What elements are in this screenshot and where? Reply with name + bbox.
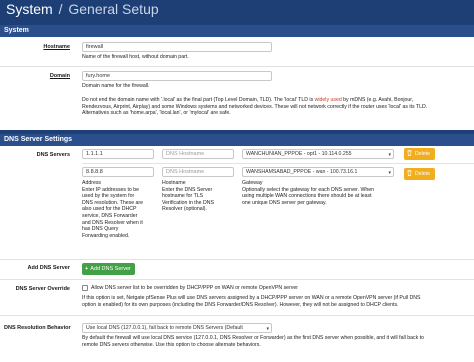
gateway-help-line: using multiple WAN connections there sho… (242, 193, 372, 200)
address-help-line: DNS resolution. These are (82, 199, 144, 206)
hostname-label: Hostname (43, 44, 70, 50)
dns-server-override-checkbox[interactable] (82, 285, 88, 291)
address-help-line: used by the system for (82, 193, 135, 200)
hostname-column-help: Hostname Enter the DNS Server hostname f… (162, 180, 240, 213)
dns-server-2-ip[interactable]: 8.8.8.8 (82, 167, 154, 177)
dns-server-override-help: If this option is set, Netgate pfSense P… (82, 295, 472, 308)
domain-input[interactable]: fury.home (82, 71, 272, 81)
dns-server-2-delete-button[interactable]: Delete (404, 168, 435, 180)
domain-help-text: Do not end the domain name with '.local'… (82, 97, 315, 103)
dns-server-override-help-line: option is enabled) for its own purposes … (82, 301, 399, 308)
breadcrumb-separator: / (58, 1, 63, 17)
dns-server-override-help-line: If this option is set, Netgate pfSense P… (82, 295, 421, 301)
divider (0, 315, 474, 316)
delete-label: Delete (415, 151, 430, 157)
address-help: Address Enter IP addresses to be used by… (82, 180, 160, 239)
gateway-help-line: one unique DNS server per gateway. (242, 199, 327, 206)
domain-label: Domain (49, 73, 70, 79)
address-help-title: Address (82, 180, 102, 186)
address-help-line: has DNS Query (82, 226, 119, 233)
address-help-line: Forwarding enabled. (82, 232, 130, 239)
dns-server-1-hostname[interactable]: DNS Hostname (162, 149, 234, 159)
trash-icon (407, 150, 412, 156)
address-help-line: service, DNS Forwarder (82, 212, 138, 219)
hostname-help-line: Resolver (optional). (162, 206, 207, 213)
domain-help: Domain name for the firewall. (82, 83, 150, 89)
address-help-line: and DNS Resolver when it (82, 219, 143, 226)
trash-icon (407, 170, 412, 176)
dns-resolution-behavior-help-line: By default the firewall will use local D… (82, 335, 424, 341)
dns-servers-label: DNS Servers (36, 152, 70, 158)
divider (0, 259, 474, 260)
hostname-help-title: Hostname (162, 180, 186, 186)
dns-resolution-behavior-help-line: remote DNS servers otherwise. Use this o… (82, 341, 261, 348)
dns-server-1-gateway-select[interactable]: WANCHUNIAN_PPPOE - opt1 - 10.114.0.255 ▾ (242, 149, 394, 159)
gateway-help-title: Gateway (242, 180, 263, 186)
dns-server-2-gateway-select[interactable]: WANSHAMSABAD_PPPOE - wan - 100.73.16.1 ▾ (242, 167, 394, 177)
divider (0, 279, 474, 280)
chevron-down-icon: ▾ (388, 152, 391, 158)
hostname-help: Name of the firewall host, without domai… (82, 54, 189, 60)
hostname-help-line: hostname for TLS (162, 193, 204, 200)
divider (82, 163, 474, 164)
address-help-line: also used for the DHCP (82, 206, 137, 213)
chevron-down-icon: ▾ (266, 326, 269, 332)
dns-resolution-behavior-label: DNS Resolution Behavior (4, 325, 71, 331)
hostname-help-line: Verification in the DNS (162, 199, 214, 206)
dns-resolution-behavior-value: Use local DNS (127.0.0.1), fall back to … (86, 325, 243, 331)
dns-server-2-gateway: WANSHAMSABAD_PPPOE - wan - 100.73.16.1 (246, 169, 358, 175)
dns-server-override-checkbox-text: Allow DNS server list to be overridden b… (91, 285, 298, 291)
system-panel: Hostname firewall Name of the firewall h… (0, 37, 474, 130)
chevron-down-icon: ▾ (388, 170, 391, 176)
page-subtitle[interactable]: General Setup (68, 1, 158, 17)
dns-server-override-label: DNS Server Override (15, 286, 70, 292)
add-dns-server-button[interactable]: + Add DNS Server (82, 263, 135, 275)
delete-label: Delete (415, 171, 430, 177)
widely-used-link[interactable]: widely used (315, 97, 342, 103)
domain-help-text: by mDNS (e.g. Avahi, Bonjour, (341, 97, 414, 103)
hostname-input[interactable]: firewall (82, 42, 272, 52)
page-header: System / General Setup (0, 0, 474, 22)
address-help-line: Enter IP addresses to be (82, 186, 140, 193)
divider (0, 66, 474, 67)
dns-resolution-behavior-select[interactable]: Use local DNS (127.0.0.1), fall back to … (82, 323, 272, 333)
dns-server-1-delete-button[interactable]: Delete (404, 148, 435, 160)
dns-server-1-ip[interactable]: 1.1.1.1 (82, 149, 154, 159)
domain-help-line-3: Alternatives such as 'home.arpa', 'local… (82, 110, 231, 117)
section-heading-system: System (0, 25, 474, 37)
gateway-help-line: Optionally select the gateway for each D… (242, 186, 375, 193)
dns-server-1-gateway: WANCHUNIAN_PPPOE - opt1 - 10.114.0.255 (246, 151, 352, 157)
section-heading-dns: DNS Server Settings (0, 134, 474, 146)
page-title: System (6, 1, 53, 17)
hostname-help-line: Enter the DNS Server (162, 186, 213, 193)
dns-server-2-hostname[interactable]: DNS Hostname (162, 167, 234, 177)
domain-help-detail: Do not end the domain name with '.local'… (82, 97, 470, 117)
dns-resolution-behavior-help: By default the firewall will use local D… (82, 335, 472, 348)
domain-help-line-1: Do not end the domain name with '.local'… (82, 97, 470, 104)
dns-panel: DNS Servers 1.1.1.1 DNS Hostname WANCHUN… (0, 146, 474, 362)
add-dns-server-button-label: Add DNS Server (90, 266, 131, 272)
plus-icon: + (85, 266, 89, 272)
gateway-help: Gateway Optionally select the gateway fo… (242, 180, 432, 206)
add-dns-server-label: Add DNS Server (27, 265, 71, 271)
domain-help-line-2: Rendezvous, Airprint, Airplay) and some … (82, 103, 428, 110)
